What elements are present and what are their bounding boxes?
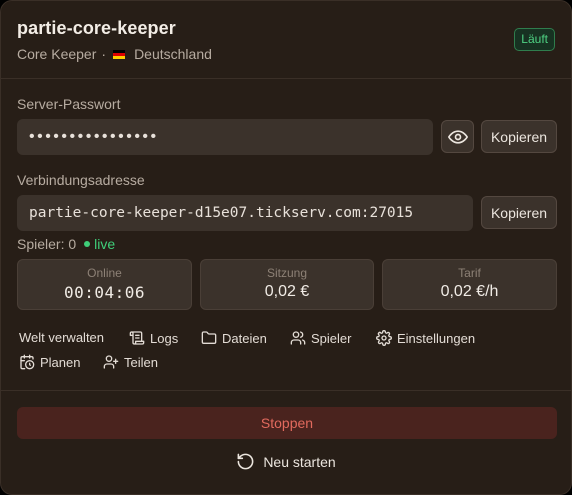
stat-online: Online 00:04:06 [17, 259, 192, 310]
restart-button[interactable]: Neu starten [1, 452, 571, 471]
logs-label: Logs [150, 330, 179, 346]
share-label: Teilen [124, 354, 158, 370]
live-dot-icon [84, 241, 91, 247]
schedule-link[interactable]: Planen [19, 354, 80, 370]
gear-icon [376, 330, 392, 346]
stat-rate: Tarif 0,02 €/h [382, 259, 557, 310]
files-label: Dateien [222, 330, 267, 346]
eye-icon [447, 129, 468, 144]
address-label: Verbindungsadresse [17, 172, 145, 188]
password-label: Server-Passwort [17, 96, 121, 112]
server-header: partie-core-keeper Core Keeper · Deutsch… [17, 18, 555, 62]
germany-flag-icon [113, 49, 126, 59]
address-field[interactable]: partie-core-keeper-d15e07.tickserv.com:2… [17, 195, 473, 231]
folder-icon [201, 331, 217, 344]
server-card: partie-core-keeper Core Keeper · Deutsch… [0, 0, 572, 495]
stat-label: Online [87, 266, 122, 280]
stat-label: Tarif [458, 266, 481, 280]
live-indicator: live [84, 236, 115, 252]
server-subtitle: Core Keeper · Deutschland [17, 46, 555, 62]
logs-link[interactable]: Logs [129, 330, 178, 346]
stop-button[interactable]: Stoppen [17, 407, 557, 439]
toggle-password-button[interactable] [441, 120, 474, 153]
players-count: Spieler: 0 [17, 236, 77, 252]
players-row: Spieler: 0 live [17, 236, 115, 252]
game-name: Core Keeper [17, 46, 97, 62]
settings-link[interactable]: Einstellungen [376, 330, 475, 346]
password-value: •••••••••••••••• [29, 128, 159, 145]
copy-password-button[interactable]: Kopieren [481, 120, 557, 153]
manage-world-label: Welt verwalten [19, 330, 105, 345]
stat-value: 00:04:06 [63, 283, 146, 302]
status-badge: Läuft [514, 28, 555, 51]
settings-label: Einstellungen [397, 330, 476, 346]
password-field[interactable]: •••••••••••••••• [17, 119, 433, 155]
stat-label: Sitzung [266, 266, 308, 280]
address-value: partie-core-keeper-d15e07.tickserv.com:2… [29, 205, 414, 221]
schedule-label: Planen [40, 354, 81, 370]
restart-label: Neu starten [263, 453, 336, 470]
actions-divider [1, 390, 571, 391]
header-divider [1, 78, 571, 79]
rotate-ccw-icon [237, 453, 254, 470]
calendar-clock-icon [20, 354, 35, 370]
stat-value: 0,02 € [264, 283, 310, 300]
users-icon [290, 331, 306, 345]
share-link[interactable]: Teilen [103, 354, 158, 370]
server-name: partie-core-keeper [17, 18, 176, 38]
players-label: Spieler [311, 330, 352, 346]
scroll-icon [129, 331, 145, 345]
copy-address-button[interactable]: Kopieren [481, 196, 557, 229]
server-country: Deutschland [134, 46, 212, 62]
files-link[interactable]: Dateien [201, 330, 267, 346]
stat-value: 0,02 €/h [440, 283, 499, 300]
user-plus-icon [103, 355, 119, 369]
players-link[interactable]: Spieler [290, 330, 351, 346]
live-label: live [94, 236, 116, 252]
subtitle-separator: · [101, 46, 107, 62]
manage-world-link[interactable]: Welt verwalten [19, 330, 104, 345]
stat-session: Sitzung 0,02 € [200, 259, 374, 310]
